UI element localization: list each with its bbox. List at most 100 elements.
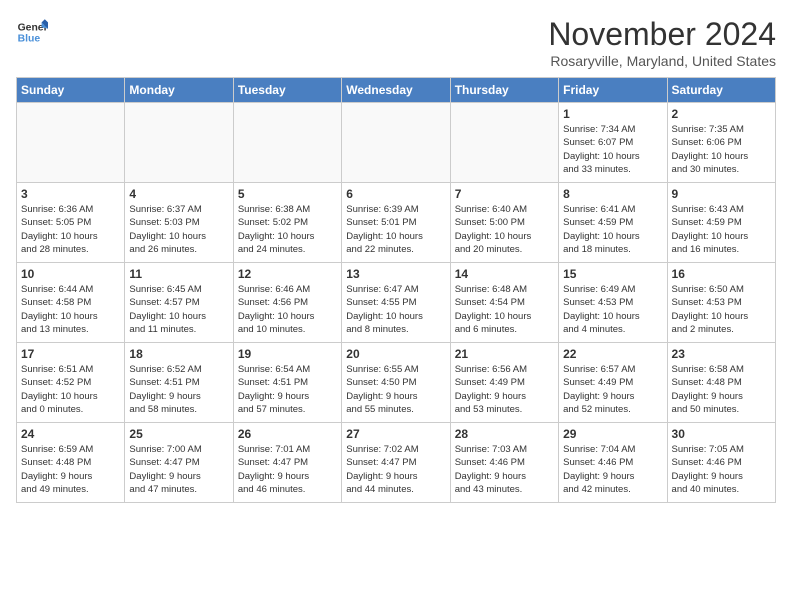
day-number: 15 (563, 267, 662, 281)
day-info: Sunrise: 6:55 AM Sunset: 4:50 PM Dayligh… (346, 363, 445, 416)
day-number: 7 (455, 187, 554, 201)
day-number: 13 (346, 267, 445, 281)
day-info: Sunrise: 6:59 AM Sunset: 4:48 PM Dayligh… (21, 443, 120, 496)
day-number: 16 (672, 267, 771, 281)
day-number: 19 (238, 347, 337, 361)
calendar-cell: 23 Sunrise: 6:58 AM Sunset: 4:48 PM Dayli… (667, 343, 775, 423)
day-number: 21 (455, 347, 554, 361)
weekday-header-saturday: Saturday (667, 78, 775, 103)
calendar-cell: 25 Sunrise: 7:00 AM Sunset: 4:47 PM Dayli… (125, 423, 233, 503)
day-number: 3 (21, 187, 120, 201)
weekday-header-tuesday: Tuesday (233, 78, 341, 103)
svg-text:Blue: Blue (18, 34, 41, 45)
day-number: 11 (129, 267, 228, 281)
calendar-cell: 12Sunrise: 6:46 AM Sunset: 4:56 PM Dayli… (233, 263, 341, 343)
calendar-cell: 3 Sunrise: 6:36 AM Sunset: 5:05 PM Daylig… (17, 183, 125, 263)
logo-icon: General Blue (16, 16, 48, 48)
day-info: Sunrise: 6:54 AM Sunset: 4:51 PM Dayligh… (238, 363, 337, 416)
day-info: Sunrise: 7:00 AM Sunset: 4:47 PM Dayligh… (129, 443, 228, 496)
calendar-week-2: 3 Sunrise: 6:36 AM Sunset: 5:05 PM Daylig… (17, 183, 776, 263)
location-subtitle: Rosaryville, Maryland, United States (548, 53, 776, 69)
day-info: Sunrise: 6:40 AM Sunset: 5:00 PM Dayligh… (455, 203, 554, 256)
day-info: Sunrise: 6:57 AM Sunset: 4:49 PM Dayligh… (563, 363, 662, 416)
day-info: Sunrise: 6:43 AM Sunset: 4:59 PM Dayligh… (672, 203, 771, 256)
day-number: 6 (346, 187, 445, 201)
day-number: 2 (672, 107, 771, 121)
calendar-cell: 22Sunrise: 6:57 AM Sunset: 4:49 PM Dayli… (559, 343, 667, 423)
day-info: Sunrise: 7:03 AM Sunset: 4:46 PM Dayligh… (455, 443, 554, 496)
day-info: Sunrise: 6:37 AM Sunset: 5:03 PM Dayligh… (129, 203, 228, 256)
day-number: 10 (21, 267, 120, 281)
calendar-cell (125, 103, 233, 183)
calendar-cell: 17Sunrise: 6:51 AM Sunset: 4:52 PM Dayli… (17, 343, 125, 423)
calendar-cell: 19 Sunrise: 6:54 AM Sunset: 4:51 PM Dayli… (233, 343, 341, 423)
logo: General Blue (16, 16, 48, 48)
weekday-header-friday: Friday (559, 78, 667, 103)
month-title: November 2024 (548, 16, 776, 53)
day-info: Sunrise: 6:50 AM Sunset: 4:53 PM Dayligh… (672, 283, 771, 336)
weekday-header-monday: Monday (125, 78, 233, 103)
day-info: Sunrise: 7:04 AM Sunset: 4:46 PM Dayligh… (563, 443, 662, 496)
day-info: Sunrise: 6:52 AM Sunset: 4:51 PM Dayligh… (129, 363, 228, 416)
calendar-cell: 2Sunrise: 7:35 AM Sunset: 6:06 PM Daylig… (667, 103, 775, 183)
calendar-cell: 4 Sunrise: 6:37 AM Sunset: 5:03 PM Daylig… (125, 183, 233, 263)
day-info: Sunrise: 7:02 AM Sunset: 4:47 PM Dayligh… (346, 443, 445, 496)
day-number: 26 (238, 427, 337, 441)
day-info: Sunrise: 6:47 AM Sunset: 4:55 PM Dayligh… (346, 283, 445, 336)
calendar-cell: 11 Sunrise: 6:45 AM Sunset: 4:57 PM Dayli… (125, 263, 233, 343)
day-number: 27 (346, 427, 445, 441)
day-number: 30 (672, 427, 771, 441)
title-area: November 2024 Rosaryville, Maryland, Uni… (548, 16, 776, 69)
calendar-week-3: 10Sunrise: 6:44 AM Sunset: 4:58 PM Dayli… (17, 263, 776, 343)
calendar-cell: 6 Sunrise: 6:39 AM Sunset: 5:01 PM Daylig… (342, 183, 450, 263)
day-info: Sunrise: 7:05 AM Sunset: 4:46 PM Dayligh… (672, 443, 771, 496)
calendar-table: SundayMondayTuesdayWednesdayThursdayFrid… (16, 77, 776, 503)
day-number: 14 (455, 267, 554, 281)
calendar-week-5: 24 Sunrise: 6:59 AM Sunset: 4:48 PM Dayli… (17, 423, 776, 503)
calendar-cell: 28 Sunrise: 7:03 AM Sunset: 4:46 PM Dayli… (450, 423, 558, 503)
calendar-cell: 29 Sunrise: 7:04 AM Sunset: 4:46 PM Dayli… (559, 423, 667, 503)
calendar-cell (17, 103, 125, 183)
day-number: 8 (563, 187, 662, 201)
day-info: Sunrise: 6:58 AM Sunset: 4:48 PM Dayligh… (672, 363, 771, 416)
day-number: 9 (672, 187, 771, 201)
day-info: Sunrise: 6:56 AM Sunset: 4:49 PM Dayligh… (455, 363, 554, 416)
calendar-cell: 9 Sunrise: 6:43 AM Sunset: 4:59 PM Daylig… (667, 183, 775, 263)
day-number: 28 (455, 427, 554, 441)
calendar-cell: 16 Sunrise: 6:50 AM Sunset: 4:53 PM Dayli… (667, 263, 775, 343)
page-header: General Blue November 2024 Rosaryville, … (16, 16, 776, 69)
day-number: 4 (129, 187, 228, 201)
day-number: 23 (672, 347, 771, 361)
calendar-cell: 18 Sunrise: 6:52 AM Sunset: 4:51 PM Dayli… (125, 343, 233, 423)
calendar-cell (233, 103, 341, 183)
weekday-header-thursday: Thursday (450, 78, 558, 103)
calendar-cell: 5Sunrise: 6:38 AM Sunset: 5:02 PM Daylig… (233, 183, 341, 263)
calendar-cell: 20Sunrise: 6:55 AM Sunset: 4:50 PM Dayli… (342, 343, 450, 423)
day-number: 18 (129, 347, 228, 361)
weekday-header-wednesday: Wednesday (342, 78, 450, 103)
day-info: Sunrise: 6:45 AM Sunset: 4:57 PM Dayligh… (129, 283, 228, 336)
calendar-cell: 13 Sunrise: 6:47 AM Sunset: 4:55 PM Dayli… (342, 263, 450, 343)
calendar-cell (450, 103, 558, 183)
day-info: Sunrise: 6:51 AM Sunset: 4:52 PM Dayligh… (21, 363, 120, 416)
calendar-cell: 1 Sunrise: 7:34 AM Sunset: 6:07 PM Daylig… (559, 103, 667, 183)
day-number: 24 (21, 427, 120, 441)
day-info: Sunrise: 6:49 AM Sunset: 4:53 PM Dayligh… (563, 283, 662, 336)
day-number: 1 (563, 107, 662, 121)
day-info: Sunrise: 7:01 AM Sunset: 4:47 PM Dayligh… (238, 443, 337, 496)
weekday-header-sunday: Sunday (17, 78, 125, 103)
calendar-week-1: 1 Sunrise: 7:34 AM Sunset: 6:07 PM Daylig… (17, 103, 776, 183)
calendar-week-4: 17Sunrise: 6:51 AM Sunset: 4:52 PM Dayli… (17, 343, 776, 423)
day-info: Sunrise: 6:39 AM Sunset: 5:01 PM Dayligh… (346, 203, 445, 256)
calendar-header-row: SundayMondayTuesdayWednesdayThursdayFrid… (17, 78, 776, 103)
day-number: 25 (129, 427, 228, 441)
calendar-cell: 10Sunrise: 6:44 AM Sunset: 4:58 PM Dayli… (17, 263, 125, 343)
calendar-cell: 14Sunrise: 6:48 AM Sunset: 4:54 PM Dayli… (450, 263, 558, 343)
day-info: Sunrise: 7:34 AM Sunset: 6:07 PM Dayligh… (563, 123, 662, 176)
calendar-cell: 15 Sunrise: 6:49 AM Sunset: 4:53 PM Dayli… (559, 263, 667, 343)
calendar-cell: 27 Sunrise: 7:02 AM Sunset: 4:47 PM Dayli… (342, 423, 450, 503)
calendar-cell: 24 Sunrise: 6:59 AM Sunset: 4:48 PM Dayli… (17, 423, 125, 503)
day-number: 12 (238, 267, 337, 281)
day-info: Sunrise: 6:36 AM Sunset: 5:05 PM Dayligh… (21, 203, 120, 256)
day-number: 29 (563, 427, 662, 441)
